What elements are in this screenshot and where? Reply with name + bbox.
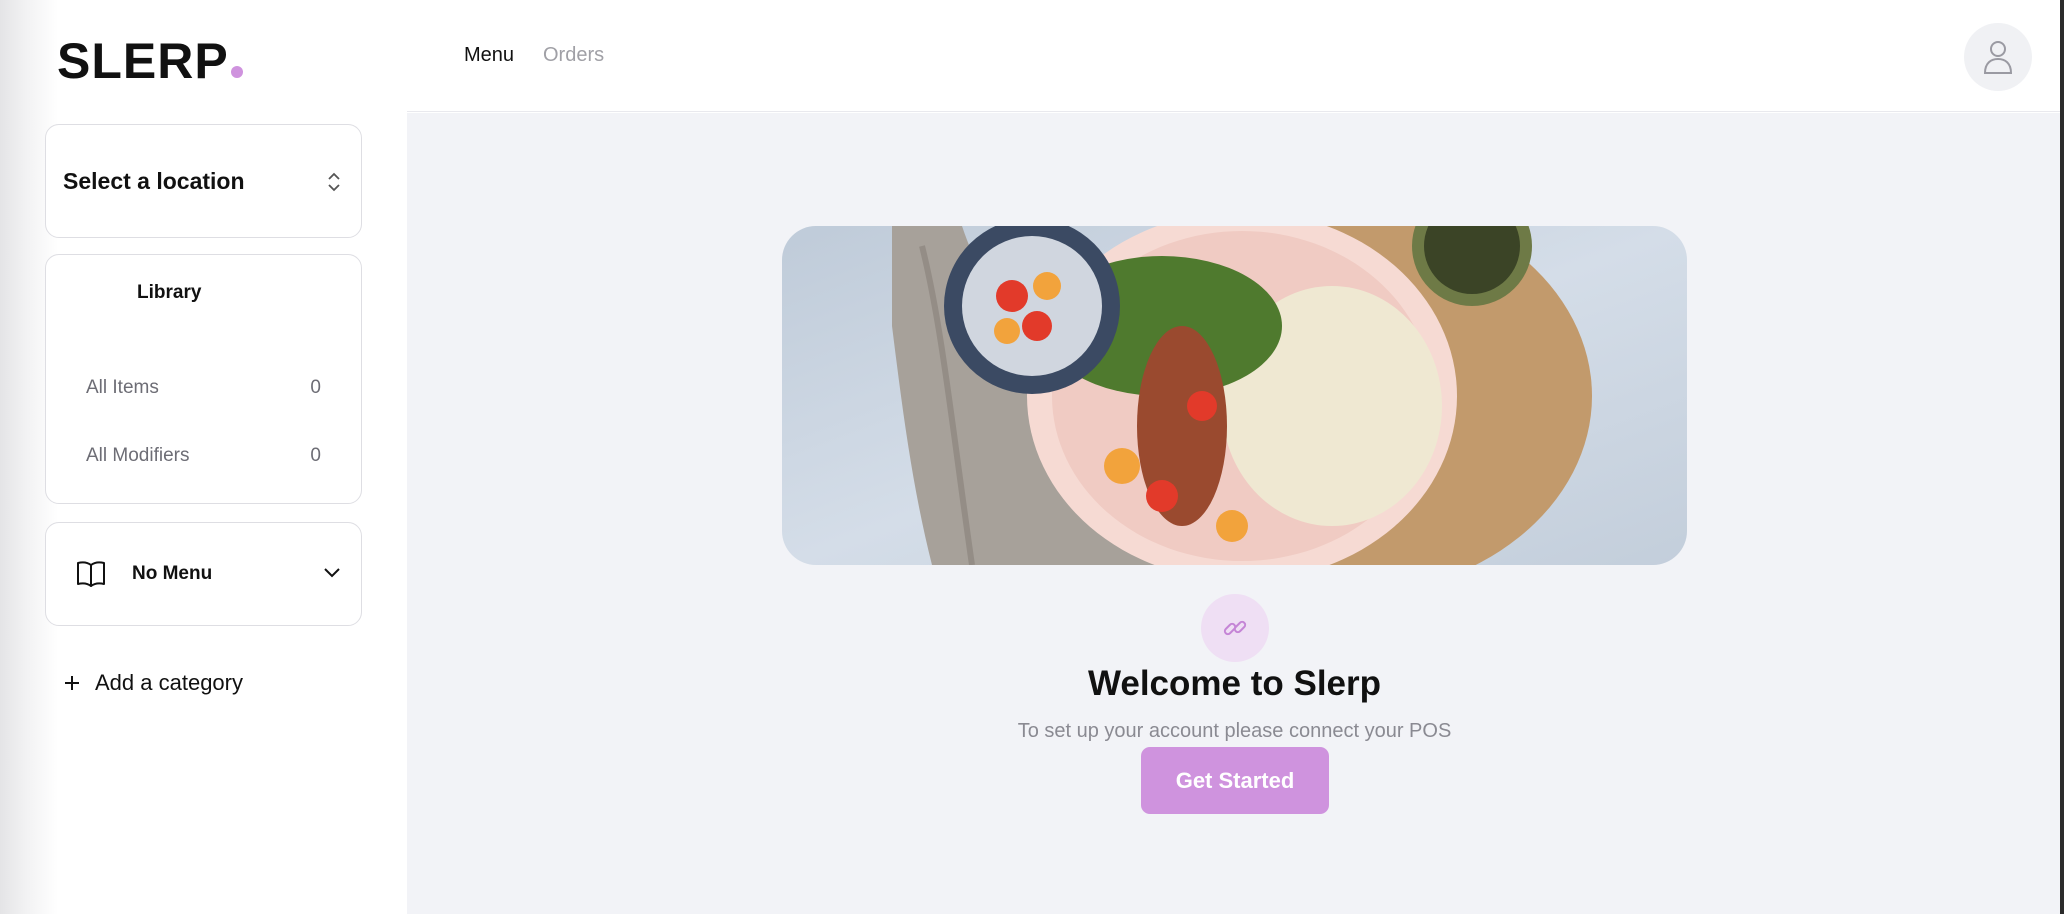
- link-icon-badge: [1201, 594, 1269, 662]
- menu-selector[interactable]: No Menu: [45, 522, 362, 626]
- location-selector-label: Select a location: [63, 168, 245, 194]
- user-avatar-button[interactable]: [1964, 23, 2032, 91]
- chevron-up-down-icon: [328, 172, 340, 192]
- food-bowl-photo: [782, 226, 1687, 565]
- welcome-title: Welcome to Slerp: [1087, 664, 1382, 703]
- link-icon: [1223, 620, 1247, 636]
- book-icon: [77, 561, 105, 587]
- sidebar-item-label: All Modifiers: [86, 445, 190, 466]
- menu-selector-label: No Menu: [132, 563, 213, 584]
- top-navigation: Menu Orders: [407, 0, 2060, 112]
- sidebar-item-all-modifiers[interactable]: All Modifiers 0: [86, 445, 321, 467]
- item-count: 0: [310, 377, 321, 398]
- logo-text: SLERP: [57, 33, 229, 89]
- location-selector[interactable]: Select a location: [45, 124, 362, 238]
- tab-orders[interactable]: Orders: [543, 44, 604, 67]
- user-icon: [1983, 41, 2013, 74]
- item-count: 0: [310, 445, 321, 466]
- tab-menu[interactable]: Menu: [464, 44, 514, 67]
- slerp-logo: SLERP: [57, 36, 243, 86]
- add-category-button[interactable]: Add a category: [63, 670, 243, 696]
- library-title: Library: [137, 282, 202, 303]
- welcome-subtitle: To set up your account please connect yo…: [1017, 720, 1452, 742]
- logo-dot: [230, 66, 243, 78]
- sidebar-item-label: All Items: [86, 377, 159, 398]
- library-panel: Library All Items 0 All Modifiers 0: [45, 254, 362, 504]
- get-started-button[interactable]: Get Started: [1141, 747, 1329, 814]
- sidebar-item-all-items[interactable]: All Items 0: [86, 377, 321, 399]
- add-category-label: Add a category: [95, 670, 243, 695]
- chevron-down-icon: [324, 568, 340, 578]
- plus-icon: [65, 676, 79, 690]
- window-edge: [2060, 0, 2064, 914]
